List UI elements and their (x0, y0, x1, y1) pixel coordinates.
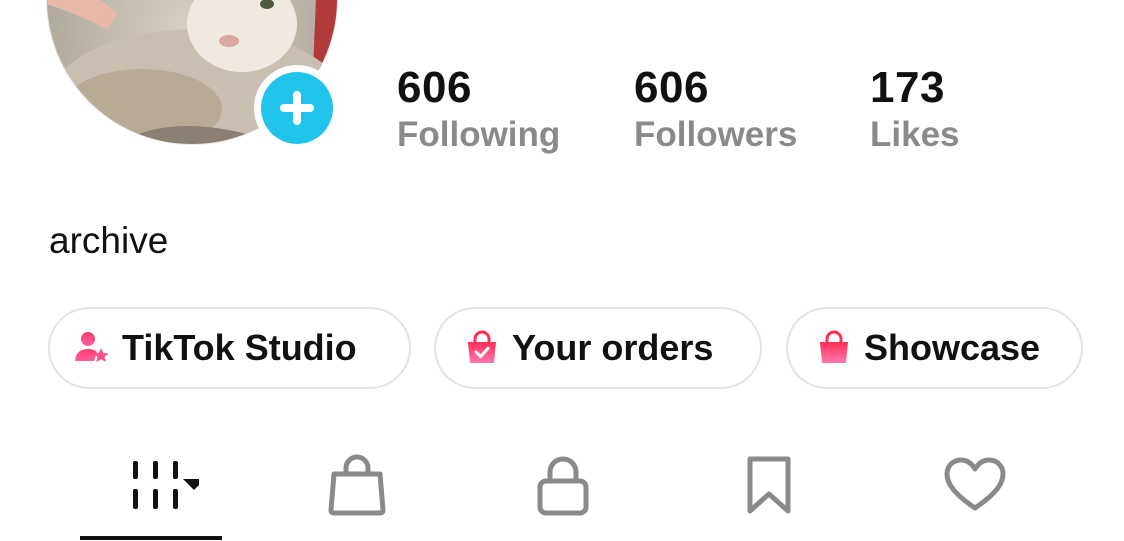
likes-count: 173 (870, 63, 945, 112)
tab-liked[interactable] (934, 450, 1016, 520)
followers-stat[interactable]: 606 Followers (634, 62, 797, 156)
profile-bio: archive (49, 220, 169, 261)
add-avatar-button[interactable] (254, 65, 340, 151)
following-label: Following (397, 115, 561, 154)
plus-icon (280, 91, 314, 125)
active-tab-indicator (80, 536, 222, 540)
tab-saved[interactable] (728, 450, 810, 520)
shopping-bag-icon (816, 330, 852, 366)
following-count: 606 (397, 63, 472, 112)
followers-count: 606 (634, 63, 709, 112)
followers-label: Followers (634, 115, 798, 154)
shopping-bag-check-icon (464, 330, 500, 366)
tiktok-studio-button[interactable]: TikTok Studio (48, 307, 411, 389)
your-orders-button[interactable]: Your orders (434, 307, 762, 389)
lock-icon (537, 456, 589, 516)
tiktok-studio-label: TikTok Studio (122, 327, 357, 368)
your-orders-label: Your orders (512, 327, 714, 368)
showcase-button[interactable]: Showcase (786, 307, 1083, 389)
likes-label: Likes (870, 115, 960, 154)
shop-bag-icon (328, 454, 386, 516)
videos-grid-icon (133, 461, 199, 509)
add-avatar-circle (261, 72, 333, 144)
tab-videos[interactable] (80, 450, 222, 520)
bookmark-icon (747, 456, 791, 514)
likes-stat[interactable]: 173 Likes (870, 62, 960, 156)
profile-page: 606 Following 606 Followers 173 Likes ar… (0, 0, 1124, 541)
heart-icon (944, 457, 1006, 511)
tab-shop[interactable] (316, 450, 398, 520)
studio-person-star-icon (74, 330, 110, 366)
showcase-label: Showcase (864, 327, 1041, 368)
tab-private[interactable] (522, 450, 604, 520)
following-stat[interactable]: 606 Following (397, 62, 560, 156)
